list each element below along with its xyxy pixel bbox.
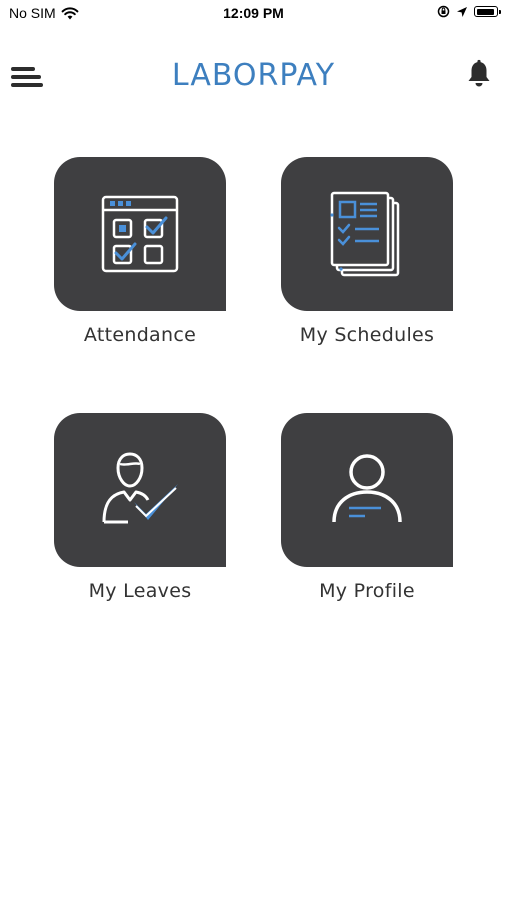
profile-tile[interactable]: My Profile	[281, 413, 453, 602]
profile-tile-card[interactable]	[281, 413, 453, 567]
leaves-label: My Leaves	[88, 580, 192, 602]
profile-icon	[332, 454, 402, 523]
schedule-list-icon	[330, 191, 400, 277]
status-time: 12:09 PM	[223, 5, 284, 21]
home-screen: No SIM 12:09 PM LABORPAY Attendance My S…	[0, 0, 507, 900]
leaves-tile[interactable]: My Leaves	[54, 413, 226, 602]
schedules-tile-card[interactable]	[281, 157, 453, 311]
profile-label: My Profile	[319, 580, 415, 602]
status-bar: No SIM 12:09 PM	[0, 0, 507, 30]
app-header: LABORPAY	[0, 50, 507, 104]
battery-icon	[474, 6, 501, 17]
notification-button[interactable]	[465, 59, 493, 89]
user-check-icon	[102, 452, 178, 524]
leaves-tile-card[interactable]	[54, 413, 226, 567]
attendance-label: Attendance	[83, 324, 197, 346]
status-right	[437, 5, 501, 18]
schedules-tile[interactable]: My Schedules	[281, 157, 453, 346]
app-title: LABORPAY	[171, 58, 336, 93]
location-arrow-icon	[457, 6, 467, 17]
orientation-lock-icon	[437, 5, 450, 18]
bell-icon	[468, 59, 490, 87]
attendance-tile-card[interactable]	[54, 157, 226, 311]
calendar-check-icon	[101, 195, 179, 273]
schedules-label: My Schedules	[299, 324, 435, 346]
attendance-tile[interactable]: Attendance	[54, 157, 226, 346]
